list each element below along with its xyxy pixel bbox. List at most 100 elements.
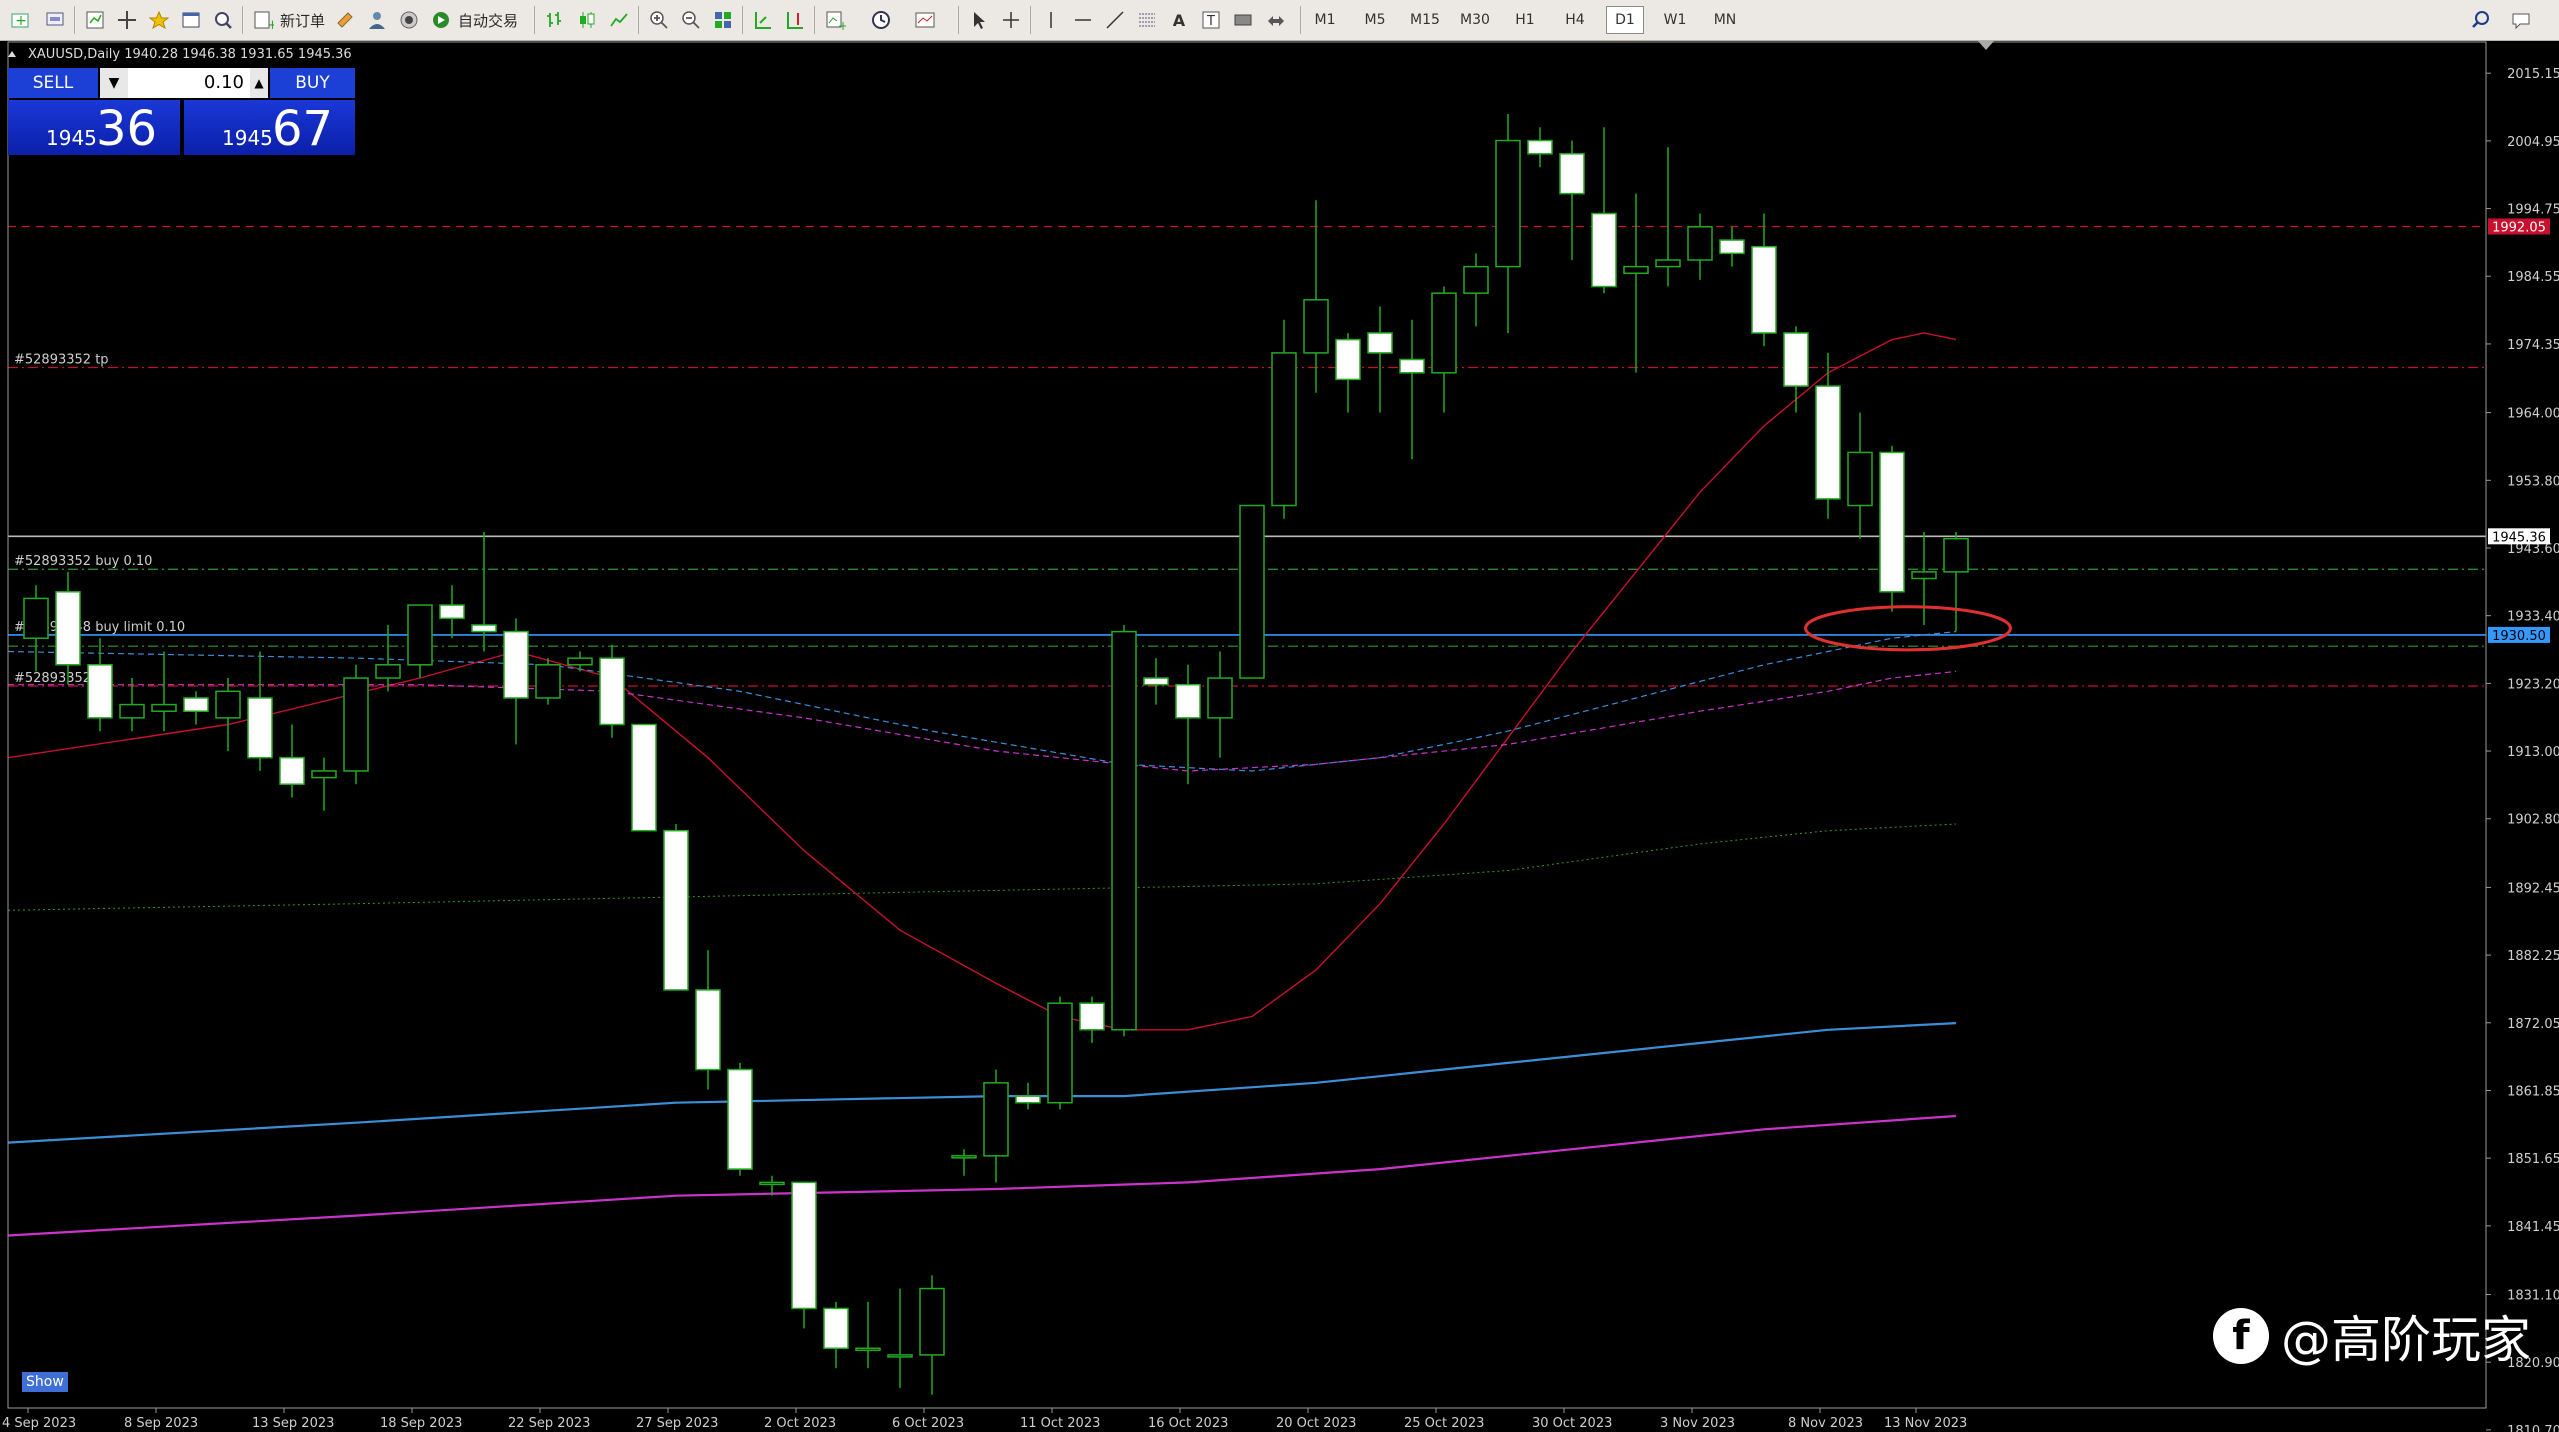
market-watch-icon[interactable] xyxy=(80,4,110,36)
navigator-icon[interactable] xyxy=(112,4,142,36)
lot-decrease-button[interactable]: ▼ xyxy=(100,68,128,98)
autotrade-button[interactable]: 自动交易 xyxy=(454,4,522,36)
arrows-icon[interactable] xyxy=(1260,4,1290,36)
search-icon[interactable] xyxy=(2466,4,2496,36)
signals-icon[interactable] xyxy=(394,4,424,36)
indicators-icon[interactable]: + xyxy=(820,4,850,36)
timeframe-h1[interactable]: H1 xyxy=(1506,6,1544,34)
chart-shift-icon[interactable] xyxy=(780,4,810,36)
buy-quote[interactable]: 1945 67 xyxy=(184,100,355,157)
candle xyxy=(1111,624,1137,1037)
svg-text:+: + xyxy=(15,13,27,29)
terminal-icon[interactable] xyxy=(176,4,206,36)
fibonacci-icon[interactable] xyxy=(1132,4,1162,36)
timeframe-h4[interactable]: H4 xyxy=(1556,6,1594,34)
bull-candle-body xyxy=(1495,139,1521,268)
periods-icon[interactable] xyxy=(866,4,896,36)
y-tick-label: 1872.05 xyxy=(2507,1017,2559,1032)
text-icon[interactable]: A xyxy=(1164,4,1194,36)
y-tick-label: 1882.25 xyxy=(2507,949,2559,964)
chat-icon[interactable] xyxy=(2506,4,2536,36)
x-tick-label: 13 Sep 2023 xyxy=(252,1416,334,1431)
timeframe-m30[interactable]: M30 xyxy=(1456,6,1494,34)
bear-candle-body xyxy=(183,697,209,712)
candle xyxy=(535,658,561,705)
text-label-icon[interactable]: T xyxy=(1196,4,1226,36)
trendline-icon[interactable] xyxy=(1100,4,1130,36)
y-tick-label: 1902.80 xyxy=(2507,813,2559,828)
bear-candle-body xyxy=(1335,338,1361,381)
autotrade-icon[interactable] xyxy=(426,4,456,36)
bull-candle-body xyxy=(1047,1002,1073,1104)
buy-price-prefix: 1945 xyxy=(222,126,273,150)
crosshair-icon[interactable] xyxy=(996,4,1026,36)
candle xyxy=(919,1275,945,1395)
buy-button[interactable]: BUY xyxy=(270,68,355,98)
axes: 2015.15 2004.95 1994.75 1984.55 1974.35 1964.… xyxy=(2,41,2559,1432)
show-button[interactable]: Show xyxy=(22,1372,68,1392)
user-icon[interactable] xyxy=(362,4,392,36)
bull-candle-body xyxy=(535,664,561,699)
cursor-icon[interactable] xyxy=(964,4,994,36)
sell-quote[interactable]: 1945 36 xyxy=(8,100,180,157)
bear-candle-body xyxy=(439,604,465,620)
timeframe-m15[interactable]: M15 xyxy=(1406,6,1444,34)
zoom-in-icon[interactable] xyxy=(644,4,674,36)
lot-increase-button[interactable]: ▲ xyxy=(250,68,268,98)
timeframe-m5[interactable]: M5 xyxy=(1356,6,1394,34)
templates-icon[interactable] xyxy=(910,4,940,36)
vertical-line-icon[interactable] xyxy=(1036,4,1066,36)
y-tick-label: 1994.75 xyxy=(2507,203,2559,218)
bull-candle-body xyxy=(1847,451,1873,507)
candle xyxy=(1623,193,1649,373)
candles xyxy=(23,113,1969,1395)
metaeditor-icon[interactable] xyxy=(330,4,360,36)
new-order-button[interactable]: 新订单 xyxy=(276,4,329,36)
timeframe-w1[interactable]: W1 xyxy=(1656,6,1694,34)
strategy-tester-icon[interactable] xyxy=(208,4,238,36)
candle xyxy=(727,1062,753,1176)
x-tick-label: 20 Oct 2023 xyxy=(1276,1416,1356,1431)
bull-candle-body xyxy=(983,1082,1009,1157)
chart-shift-marker[interactable] xyxy=(1978,41,1994,50)
zoom-out-icon[interactable] xyxy=(676,4,706,36)
bear-candle-body xyxy=(1879,451,1905,593)
favorites-icon[interactable] xyxy=(144,4,174,36)
bar-chart-icon[interactable] xyxy=(540,4,570,36)
new-chart-icon[interactable]: + xyxy=(6,4,36,36)
candle xyxy=(1911,532,1937,625)
lot-size-input[interactable]: 0.10 xyxy=(128,68,250,98)
new-order-icon[interactable]: + xyxy=(248,4,278,36)
bull-candle-body xyxy=(311,770,337,779)
highlight-ellipse xyxy=(1804,605,2012,652)
moving-average-line xyxy=(7,332,1957,1031)
symbol-info: XAUUSD,Daily 1940.28 1946.38 1931.65 194… xyxy=(28,47,352,62)
bear-candle-body xyxy=(1559,153,1585,195)
buy-price-pips: 67 xyxy=(272,101,334,157)
watermark: f @高阶玩家 xyxy=(2213,1300,2531,1372)
candle xyxy=(1015,1082,1041,1110)
y-tick-label: 1841.45 xyxy=(2507,1220,2559,1235)
candlestick-icon[interactable] xyxy=(572,4,602,36)
sell-button[interactable]: SELL xyxy=(8,68,98,98)
profiles-icon[interactable] xyxy=(40,4,70,36)
bull-candle-body xyxy=(343,677,369,772)
rectangle-icon[interactable] xyxy=(1228,4,1258,36)
price-tag-label: 1930.50 xyxy=(2492,629,2546,644)
bear-candle-body xyxy=(1015,1095,1041,1104)
price-chart[interactable]: #52893352 tp#52893352 buy 0.10#52893348 … xyxy=(0,41,2559,1432)
line-chart-icon[interactable] xyxy=(604,4,634,36)
x-tick-label: 18 Sep 2023 xyxy=(380,1416,462,1431)
tile-icon[interactable] xyxy=(708,4,738,36)
autoscroll-icon[interactable] xyxy=(748,4,778,36)
timeframe-d1[interactable]: D1 xyxy=(1606,6,1644,34)
candle xyxy=(1943,532,1969,632)
x-tick-label: 27 Sep 2023 xyxy=(636,1416,718,1431)
bull-candle-body xyxy=(215,690,241,719)
bear-candle-body xyxy=(727,1068,753,1170)
horizontal-line-icon[interactable] xyxy=(1068,4,1098,36)
bear-candle-body xyxy=(663,829,689,991)
candle xyxy=(631,723,657,832)
timeframe-mn[interactable]: MN xyxy=(1706,6,1744,34)
timeframe-m1[interactable]: M1 xyxy=(1306,6,1344,34)
